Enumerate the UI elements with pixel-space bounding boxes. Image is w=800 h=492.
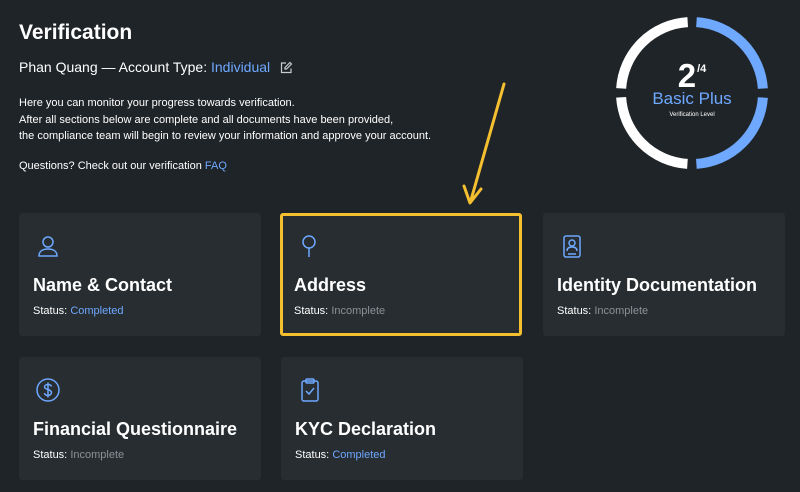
pointer-arrow [462,82,506,205]
status-value: Incomplete [70,449,125,461]
card-kyc-declaration[interactable]: KYC Declaration Status: Completed [281,357,523,480]
intro-line: After all sections below are complete an… [19,113,394,126]
dollar-circle-icon [35,377,61,403]
status-label: Status: [557,305,592,317]
status-label: Status: [33,305,68,317]
status-value: Incomplete [331,305,386,317]
card-status: Status: Completed [295,449,386,461]
gauge-level-name: Basic Plus [652,89,732,108]
verification-level-gauge: 2/4 Basic Plus Verification Level [613,14,771,172]
intro-text: Here you can monitor your progress towar… [19,95,431,145]
card-status: Status: Incomplete [557,305,648,317]
card-title: Address [294,275,367,295]
card-title: Name & Contact [33,275,173,295]
card-identity-documentation[interactable]: Identity Documentation Status: Incomplet… [543,213,785,336]
card-title: Financial Questionnaire [33,419,238,439]
account-type-label: — Account Type: [101,59,208,75]
status-label: Status: [294,305,329,317]
gauge-level-number: 2/4 [613,51,771,94]
page-title: Verification [19,21,133,44]
status-value: Incomplete [594,305,649,317]
faq-link[interactable]: FAQ [205,160,227,172]
account-type-link[interactable]: Individual [211,59,270,75]
card-status: Status: Completed [33,305,124,317]
questions-label: Questions? Check out our verification [19,160,202,172]
gauge-total: /4 [697,63,707,75]
status-label: Status: [33,449,68,461]
status-label: Status: [295,449,330,461]
intro-line: Here you can monitor your progress towar… [19,97,295,109]
card-status: Status: Incomplete [33,449,124,461]
card-status: Status: Incomplete [294,305,385,317]
user-name: Phan Quang [19,59,98,75]
account-info: Phan Quang — Account Type: Individual [19,59,293,77]
location-pin-icon [296,233,322,259]
card-title: Identity Documentation [557,275,758,295]
user-icon [35,233,61,259]
intro-line: the compliance team will begin to review… [19,130,432,142]
gauge-caption: Verification Level [669,112,715,118]
questions-text: Questions? Check out our verification FA… [19,160,227,172]
card-title: KYC Declaration [295,419,437,439]
card-name-contact[interactable]: Name & Contact Status: Completed [19,213,261,336]
id-document-icon [559,233,585,259]
edit-icon[interactable] [280,61,293,77]
status-value: Completed [332,449,386,461]
card-address[interactable]: Address Status: Incomplete [280,213,522,336]
status-value: Completed [70,305,124,317]
clipboard-check-icon [297,377,323,403]
card-financial-questionnaire[interactable]: Financial Questionnaire Status: Incomple… [19,357,261,480]
